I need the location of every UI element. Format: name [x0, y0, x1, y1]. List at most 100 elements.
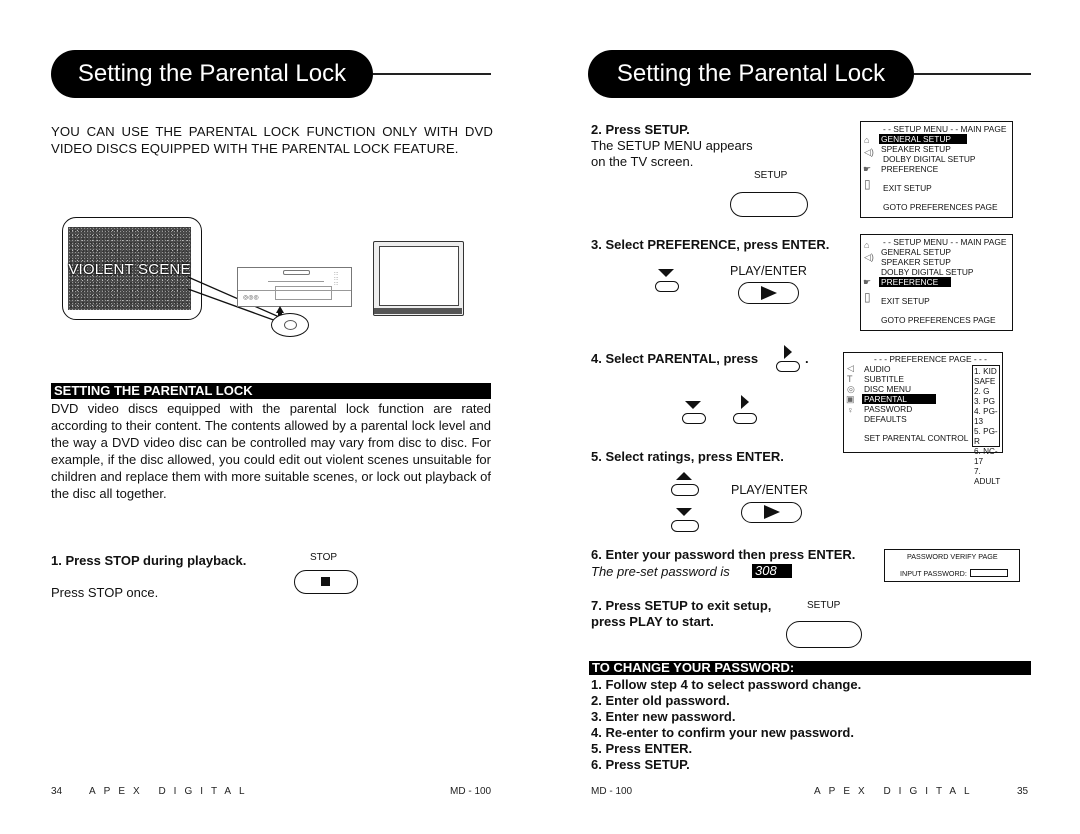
- down-arrow-icon: [685, 401, 701, 409]
- play-enter-button-step5[interactable]: [741, 502, 802, 523]
- setup-menu-screen-1: - - SETUP MENU - - MAIN PAGE ⌂ ◁) ☛ ▯ GE…: [860, 121, 1013, 218]
- stop-button[interactable]: [294, 570, 358, 594]
- speaker-icon: ◁): [864, 147, 874, 157]
- title-rule-left: [373, 73, 491, 75]
- change-password-step: 5. Press ENTER.: [591, 741, 693, 756]
- pref-item-subtitle[interactable]: SUBTITLE: [864, 374, 904, 384]
- down-button[interactable]: [682, 413, 706, 424]
- violent-scene-caption: VIOLENT SCENE: [68, 261, 191, 278]
- down-button[interactable]: [655, 281, 679, 292]
- step5-heading: 5. Select ratings, press ENTER.: [591, 449, 784, 464]
- page-title-left: Setting the Parental Lock: [51, 50, 373, 98]
- menu-item-dolby-digital-setup[interactable]: DOLBY DIGITAL SETUP: [881, 267, 973, 277]
- down-button[interactable]: [671, 520, 699, 532]
- menu-item-dolby-digital-setup[interactable]: DOLBY DIGITAL SETUP: [883, 154, 975, 164]
- step7-heading-line2: press PLAY to start.: [591, 614, 714, 629]
- rating-option[interactable]: 5. PG-R: [974, 427, 1002, 447]
- set-parental-control-label: SET PARENTAL CONTROL: [864, 433, 969, 443]
- setup-button-step7[interactable]: [786, 621, 862, 648]
- menu-item-goto-preferences[interactable]: GOTO PREFERENCES PAGE: [883, 202, 998, 212]
- play-icon: [761, 286, 777, 300]
- menu-item-general-setup[interactable]: GENERAL SETUP: [879, 134, 967, 144]
- pref-item-password[interactable]: PASSWORD: [864, 404, 912, 414]
- exit-door-icon: ▯: [864, 177, 871, 191]
- ratings-list-items: 1. KID SAFE 2. G 3. PG 4. PG-13 5. PG-R …: [974, 367, 1002, 487]
- play-enter-button-step3[interactable]: [738, 282, 799, 304]
- menu-item-preference[interactable]: PREFERENCE: [881, 164, 938, 174]
- exit-door-icon: ▯: [864, 290, 871, 304]
- menu-item-preference-selected[interactable]: PREFERENCE: [879, 277, 951, 287]
- intro-line-1: YOU CAN USE THE PARENTAL LOCK FUNCTION O…: [51, 124, 493, 139]
- play-enter-label-step3: PLAY/ENTER: [730, 264, 807, 278]
- play-icon: [764, 505, 780, 519]
- intro-line-2: VIDEO DISCS EQUIPPED WITH THE PARENTAL L…: [51, 141, 459, 156]
- rating-option[interactable]: 3. PG: [974, 397, 1002, 407]
- change-password-step: 4. Re-enter to confirm your new password…: [591, 725, 854, 740]
- rating-option[interactable]: 7. ADULT: [974, 467, 1002, 487]
- down-arrow-icon: [658, 269, 674, 277]
- parental-icon: ▣: [846, 394, 855, 404]
- step6-heading: 6. Enter your password then press ENTER.: [591, 547, 856, 562]
- change-password-steps: 1. Follow step 4 to select password chan…: [591, 677, 861, 773]
- step3-heading: 3. Select PREFERENCE, press ENTER.: [591, 237, 830, 252]
- right-button[interactable]: [733, 413, 757, 424]
- footer-model-left: MD - 100: [450, 786, 492, 797]
- input-password-label: INPUT PASSWORD:: [900, 569, 967, 578]
- up-button[interactable]: [671, 484, 699, 496]
- rating-option[interactable]: 6. NC-17: [974, 447, 1002, 467]
- footer-brand-left: APEX DIGITAL: [89, 786, 253, 797]
- down-arrow-icon: [676, 508, 692, 516]
- step1-body: Press STOP once.: [51, 585, 159, 600]
- rating-option[interactable]: 4. PG-13: [974, 407, 1002, 427]
- step2-heading: 2. Press SETUP.: [591, 122, 690, 137]
- password-input-field[interactable]: [970, 569, 1008, 577]
- page-title-right: Setting the Parental Lock: [588, 50, 914, 98]
- step1-heading: 1. Press STOP during playback.: [51, 553, 247, 568]
- menu-item-exit-setup[interactable]: EXIT SETUP: [881, 296, 930, 306]
- change-password-step: 6. Press SETUP.: [591, 757, 690, 772]
- general-setup-icon: ⌂: [864, 240, 870, 250]
- right-arrow-icon: [741, 395, 749, 409]
- step2-body-line2: on the TV screen.: [591, 154, 694, 169]
- preference-hand-icon: ☛: [863, 277, 872, 287]
- footer-page-number-right: 35: [1017, 786, 1029, 797]
- pref-item-disc-menu[interactable]: DISC MENU: [864, 384, 911, 394]
- change-password-step: 1. Follow step 4 to select password chan…: [591, 677, 862, 692]
- password-key-icon: ♀: [847, 405, 854, 415]
- setup-menu-header: - - SETUP MENU - - MAIN PAGE: [883, 237, 1007, 247]
- up-arrow-icon: [676, 472, 692, 480]
- menu-item-general-setup[interactable]: GENERAL SETUP: [881, 247, 951, 257]
- step4-period: .: [805, 351, 809, 366]
- setup-button[interactable]: [730, 192, 808, 217]
- stop-button-label: STOP: [310, 552, 338, 563]
- footer-brand-right: APEX DIGITAL: [814, 786, 978, 797]
- setup-button-label: SETUP: [754, 170, 788, 181]
- footer-page-number-left: 34: [51, 786, 63, 797]
- right-arrow-icon: [784, 345, 792, 359]
- pref-item-parental-selected[interactable]: PARENTAL: [862, 394, 936, 404]
- menu-item-goto-preferences[interactable]: GOTO PREFERENCES PAGE: [881, 315, 996, 325]
- right-button-inline[interactable]: [776, 361, 800, 372]
- password-verify-screen: PASSWORD VERIFY PAGE INPUT PASSWORD:: [884, 549, 1020, 582]
- disc-menu-icon: ◎: [847, 384, 855, 394]
- pref-item-audio[interactable]: AUDIO: [864, 364, 891, 374]
- stop-square-icon: [321, 577, 330, 586]
- audio-icon: ◁: [847, 363, 854, 373]
- section-body: DVD video discs equipped with the parent…: [51, 401, 491, 501]
- pref-item-defaults[interactable]: DEFAULTS: [864, 414, 907, 424]
- rating-option[interactable]: 2. G: [974, 387, 1002, 397]
- speaker-icon: ◁): [864, 252, 874, 262]
- menu-item-speaker-setup[interactable]: SPEAKER SETUP: [881, 144, 951, 154]
- password-verify-header: PASSWORD VERIFY PAGE: [907, 552, 998, 561]
- menu-item-speaker-setup[interactable]: SPEAKER SETUP: [881, 257, 951, 267]
- general-setup-icon: ⌂: [864, 135, 870, 145]
- play-enter-label-step5: PLAY/ENTER: [731, 483, 808, 497]
- subtitle-icon: T: [847, 374, 853, 384]
- step7-heading-line1: 7. Press SETUP to exit setup,: [591, 598, 772, 613]
- rating-option[interactable]: 1. KID SAFE: [974, 367, 1002, 387]
- preset-password-value: 308: [752, 564, 792, 578]
- menu-item-exit-setup[interactable]: EXIT SETUP: [883, 183, 932, 193]
- disc-icon: [271, 313, 309, 337]
- step4-heading: 4. Select PARENTAL, press: [591, 351, 759, 366]
- footer-model-right: MD - 100: [591, 786, 633, 797]
